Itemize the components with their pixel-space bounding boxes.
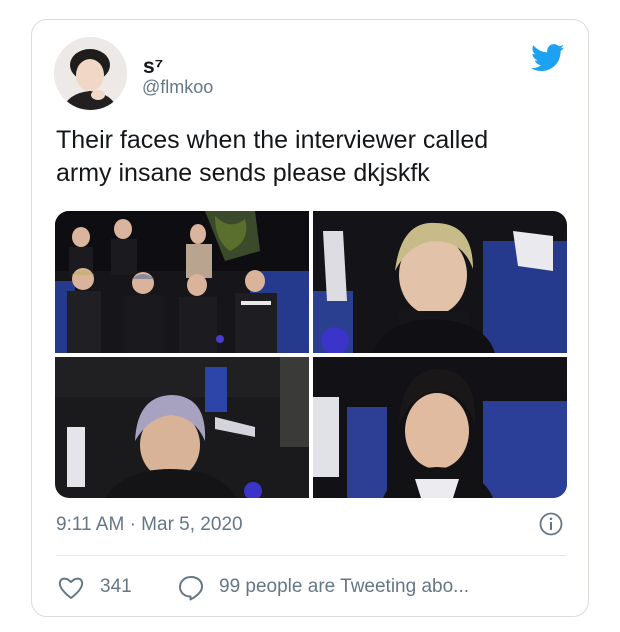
tweet-card[interactable]: s⁷ @flmkoo Their faces when the intervie… <box>31 19 589 617</box>
tweet-text: Their faces when the interviewer called … <box>56 124 576 190</box>
conversation-link[interactable]: 99 people are Tweeting abo... <box>219 576 469 598</box>
twitter-bird-icon[interactable] <box>531 44 565 72</box>
speech-bubble-icon[interactable] <box>178 575 204 601</box>
tweet-text-line: Their faces when the interviewer called <box>56 126 489 154</box>
like-count[interactable]: 341 <box>100 576 132 598</box>
media-grid[interactable] <box>55 211 567 498</box>
divider <box>56 555 566 556</box>
photo-closeup-3[interactable] <box>313 357 567 498</box>
avatar[interactable] <box>54 37 127 110</box>
tweet-timestamp[interactable]: 9:11 AM · Mar 5, 2020 <box>56 514 243 536</box>
heart-icon[interactable] <box>58 576 84 600</box>
photo-closeup-2[interactable] <box>55 357 309 498</box>
author-name[interactable]: s⁷ <box>143 55 163 79</box>
photo-closeup-1[interactable] <box>313 211 567 353</box>
author-handle[interactable]: @flmkoo <box>142 77 213 98</box>
tweet-text-line: army insane sends please dkjskfk <box>56 159 430 187</box>
info-icon[interactable] <box>539 512 563 536</box>
photo-group[interactable] <box>55 211 309 353</box>
